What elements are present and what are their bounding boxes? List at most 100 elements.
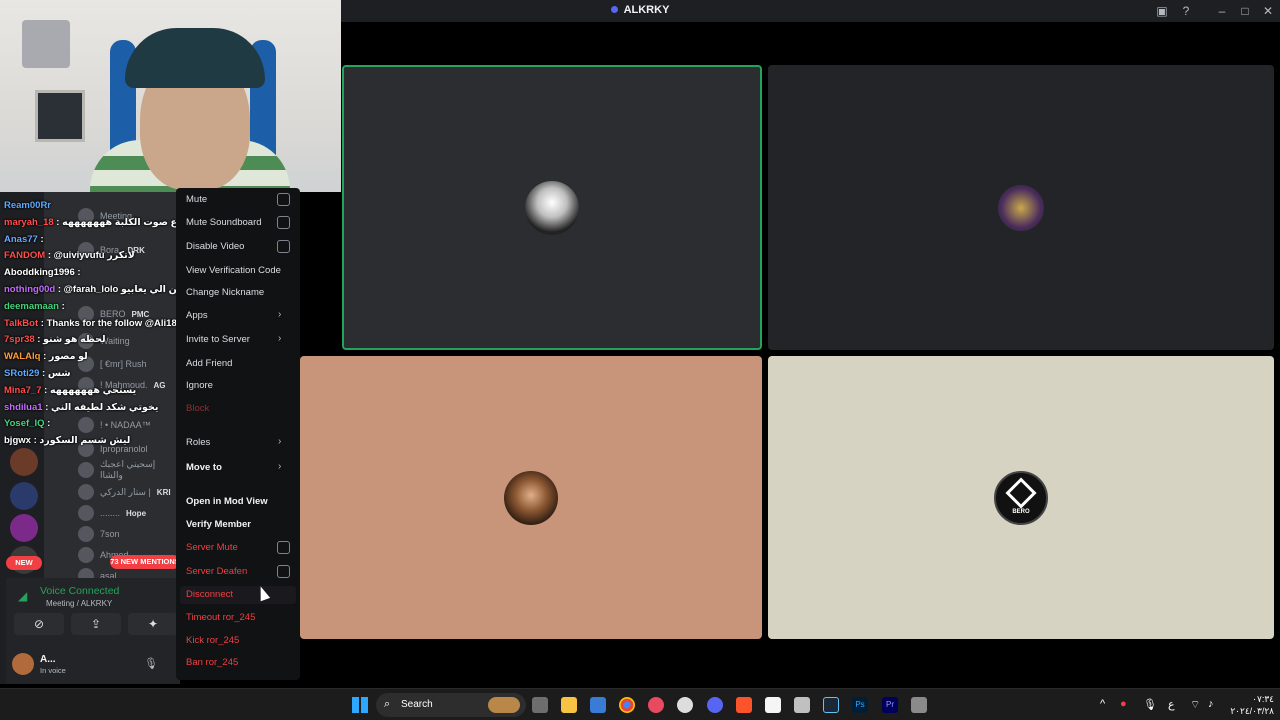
chat-username[interactable]: SRoti29 — [4, 368, 39, 379]
chat-username[interactable]: bjgwx — [4, 435, 31, 446]
steam-overlay-icon[interactable] — [677, 697, 693, 713]
screen-icon[interactable]: ▣ — [1155, 4, 1169, 18]
member-tag: AG — [153, 380, 166, 390]
photoshop-icon[interactable]: Ps — [852, 697, 868, 713]
file-explorer-icon[interactable] — [561, 697, 577, 713]
menu-item-invite-to-server[interactable]: Invite to Server — [186, 334, 250, 345]
taskbar-search[interactable]: ⌕ Search — [376, 693, 526, 717]
chat-text: : يخوتي شكد لطيفه الني — [45, 401, 159, 413]
chat-username[interactable]: nothing00d — [4, 284, 55, 295]
member-list-item[interactable]: ........ Hope — [78, 503, 146, 523]
streamer-cap — [125, 28, 265, 88]
menu-item-disable-video[interactable]: Disable Video — [186, 241, 244, 252]
chat-username[interactable]: Aboddking1996 — [4, 267, 75, 278]
mute-soundboard-checkbox[interactable] — [277, 216, 290, 229]
menu-item-verify-member[interactable]: Verify Member — [186, 519, 251, 530]
premiere-icon[interactable]: Pr — [882, 697, 898, 713]
avatar-text: BERO — [1012, 508, 1030, 515]
chat-username[interactable]: Ream00Rr — [4, 200, 51, 211]
server-icon[interactable] — [10, 514, 38, 542]
server-deafen-checkbox[interactable] — [277, 565, 290, 578]
app-icon[interactable] — [648, 697, 664, 713]
store-icon[interactable] — [590, 697, 606, 713]
mute-checkbox[interactable] — [277, 193, 290, 206]
chat-username[interactable]: 7spr38 — [4, 334, 35, 345]
video-tile-1[interactable]: ✕ — [342, 65, 762, 350]
video-tile-4[interactable]: BERO — [768, 356, 1274, 639]
user-avatar — [998, 184, 1044, 231]
menu-item-view-verification-code[interactable]: View Verification Code — [186, 265, 281, 276]
menu-item-add-friend[interactable]: Add Friend — [186, 358, 232, 369]
server-icon[interactable] — [10, 448, 38, 476]
server-mute-checkbox[interactable] — [277, 541, 290, 554]
menu-item-disconnect[interactable]: Disconnect — [186, 589, 233, 600]
chat-username[interactable]: shdilua1 — [4, 402, 43, 413]
menu-item-server-deafen[interactable]: Server Deafen — [186, 566, 247, 577]
mic-icon[interactable]: 🎙 — [1143, 698, 1157, 711]
member-name: ! • NADAA™ — [100, 420, 151, 430]
menu-item-block[interactable]: Block — [186, 403, 209, 414]
activities-button[interactable]: ✦ — [128, 613, 178, 635]
member-list-item[interactable]: [ €mr] Rush — [78, 354, 147, 374]
chat-username[interactable]: Mina7_7 — [4, 385, 42, 396]
chat-username[interactable]: Yosef_IQ — [4, 418, 44, 429]
tray-app-icon[interactable]: ● — [1120, 698, 1127, 710]
avatar — [78, 462, 94, 478]
member-list-item[interactable]: ! • NADAA™ — [78, 415, 151, 435]
steam-icon[interactable] — [823, 697, 839, 713]
menu-item-timeout[interactable]: Timeout ror_245 — [186, 612, 255, 623]
new-pill[interactable]: NEW — [6, 556, 42, 570]
minimize-icon[interactable]: – — [1215, 4, 1229, 18]
menu-item-kick[interactable]: Kick ror_245 — [186, 635, 239, 646]
server-icon[interactable] — [10, 482, 38, 510]
time: ٠٧:٣٤ — [1252, 694, 1274, 704]
chat-username[interactable]: Anas77 — [4, 234, 38, 245]
voice-status[interactable]: Voice Connected — [40, 585, 119, 597]
video-tile-2[interactable] — [768, 65, 1274, 350]
chat-username[interactable]: deemamaan — [4, 301, 59, 312]
chrome-icon[interactable] — [619, 697, 635, 713]
screen-share-button[interactable]: ⇪ — [71, 613, 121, 635]
mentions-pill[interactable]: 73 NEW MENTIONS — [110, 555, 180, 569]
member-list-item[interactable]: إسحيني اعجبك والشاا — [78, 459, 180, 480]
brave-icon[interactable] — [736, 697, 752, 713]
volume-icon[interactable]: ♪ — [1208, 698, 1214, 710]
camera-off-button[interactable]: ⊘ — [14, 613, 64, 635]
windows-start-icon[interactable] — [352, 697, 368, 713]
signal-icon[interactable]: ◢ — [18, 589, 32, 603]
voice-channel[interactable]: Meeting / ALKRKY — [46, 599, 112, 608]
close-icon[interactable]: ✕ — [1261, 4, 1275, 18]
mic-icon[interactable]: 🎙 — [144, 657, 158, 670]
search-highlight-image — [488, 697, 520, 713]
chevron-up-icon[interactable]: ^ — [1100, 698, 1105, 710]
chat-username[interactable]: maryah_18 — [4, 217, 54, 228]
clock[interactable]: ٠٧:٣٤ ٢٠٢٤/٠٣/٢٨ — [1214, 693, 1274, 717]
menu-item-ignore[interactable]: Ignore — [186, 380, 213, 391]
chat-username[interactable]: FANDOM — [4, 250, 45, 261]
capcut-icon[interactable] — [794, 697, 810, 713]
chat-username[interactable]: WALAlq — [4, 351, 40, 362]
menu-item-open-in-mod-view[interactable]: Open in Mod View — [186, 496, 268, 507]
menu-item-move-to[interactable]: Move to — [186, 462, 222, 473]
menu-item-mute-soundboard[interactable]: Mute Soundboard — [186, 217, 262, 228]
member-list-item[interactable]: 7son — [78, 524, 120, 544]
menu-item-mute[interactable]: Mute — [186, 194, 207, 205]
maximize-icon[interactable]: □ — [1238, 4, 1252, 18]
app-icon[interactable] — [765, 697, 781, 713]
chat-username[interactable]: TalkBot — [4, 318, 38, 329]
menu-item-ban[interactable]: Ban ror_245 — [186, 657, 238, 668]
wifi-icon[interactable]: ⌔ — [1190, 698, 1200, 712]
menu-item-apps[interactable]: Apps — [186, 310, 208, 321]
video-tile-3[interactable] — [300, 356, 762, 639]
member-list-item[interactable]: ستار الدركي | KRI — [78, 482, 171, 502]
task-view-icon[interactable] — [532, 697, 548, 713]
app-icon[interactable] — [911, 697, 927, 713]
menu-item-change-nickname[interactable]: Change Nickname — [186, 287, 264, 298]
help-icon[interactable]: ? — [1179, 4, 1193, 18]
menu-item-server-mute[interactable]: Server Mute — [186, 542, 238, 553]
language-indicator[interactable]: ع — [1168, 698, 1175, 711]
disable-video-checkbox[interactable] — [277, 240, 290, 253]
discord-icon[interactable] — [707, 697, 723, 713]
avatar[interactable] — [12, 653, 34, 675]
menu-item-roles[interactable]: Roles — [186, 437, 210, 448]
